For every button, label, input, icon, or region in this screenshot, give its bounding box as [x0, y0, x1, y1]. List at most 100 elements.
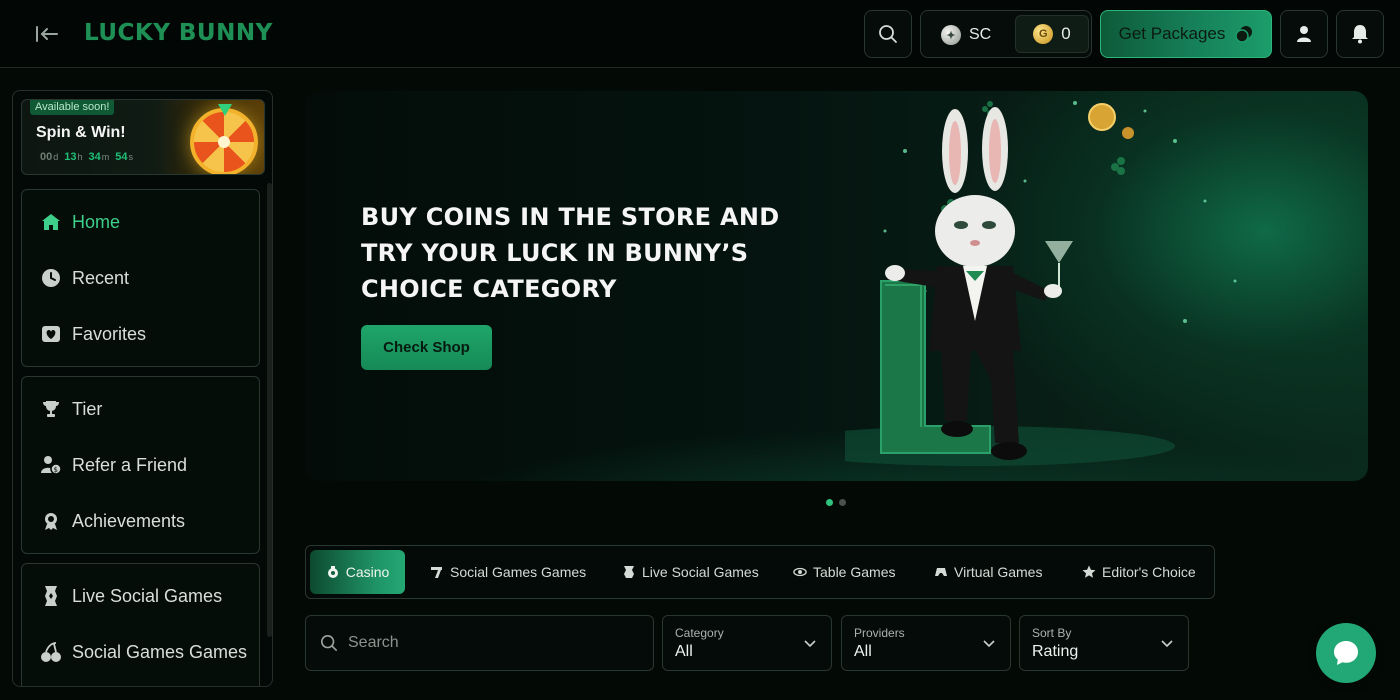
get-packages-button[interactable]: Get Packages: [1100, 10, 1272, 58]
collapse-sidebar-icon[interactable]: [34, 22, 60, 46]
tab-social-games[interactable]: Social Games Games: [420, 550, 596, 594]
chevron-down-icon: [804, 640, 816, 648]
sidebar-item-home[interactable]: Home: [22, 198, 259, 246]
sidebar-item-label: Favorites: [72, 323, 147, 344]
prize-wheel-icon: [190, 108, 258, 174]
profile-button[interactable]: [1280, 10, 1328, 58]
notifications-button[interactable]: [1336, 10, 1384, 58]
providers-dropdown[interactable]: Providers All: [841, 615, 1011, 671]
tab-label: Casino: [345, 564, 390, 580]
hero-banner: BUY COINS IN THE STORE AND TRY YOUR LUCK…: [305, 91, 1368, 481]
timer-days-unit: d: [53, 152, 59, 162]
tab-virtual-games[interactable]: Virtual Games: [924, 550, 1052, 594]
chevron-down-icon: [1161, 640, 1173, 648]
timer-seconds-unit: s: [128, 152, 134, 162]
clock-icon: [40, 267, 62, 289]
sidebar-item-refer-a-friend[interactable]: $ Refer a Friend: [22, 441, 259, 489]
search-icon: [879, 25, 897, 43]
tab-label: Virtual Games: [954, 564, 1043, 580]
sidebar-item-tier[interactable]: Tier: [22, 385, 259, 433]
svg-text:$: $: [54, 466, 58, 474]
search-button[interactable]: [864, 10, 912, 58]
nav-group-main: Home Recent Favorites: [21, 189, 260, 367]
medal-icon: [40, 510, 62, 532]
get-packages-label: Get Packages: [1118, 24, 1226, 43]
sidebar-item-live-social-games[interactable]: Live Social Games: [22, 572, 259, 620]
sc-currency-toggle[interactable]: ✦ SC: [941, 22, 991, 48]
chat-bubble-icon: [1334, 641, 1358, 665]
sidebar-item-favorites[interactable]: Favorites: [22, 310, 259, 358]
timer-hours-unit: h: [77, 152, 83, 162]
refer-icon: $: [40, 454, 62, 476]
tab-label: Editor's Choice: [1102, 564, 1196, 580]
sidebar-item-social-games[interactable]: Social Games Games: [22, 628, 259, 676]
sidebar-scrollbar[interactable]: [267, 183, 272, 637]
game-search-field: [305, 615, 654, 671]
wheel-pointer-icon: [218, 104, 232, 116]
coins-icon: [1235, 26, 1253, 43]
currency-switcher: ✦ SC G 0: [920, 10, 1092, 58]
tab-label: Live Social Games: [642, 564, 759, 580]
sidebar-item-recent[interactable]: Recent: [22, 254, 259, 302]
bell-icon: [1352, 25, 1368, 44]
tab-label: Social Games Games: [450, 564, 587, 580]
sidebar-item-label: Social Games Games: [72, 641, 248, 662]
search-icon: [320, 634, 338, 652]
nav-group-games: Live Social Games Social Games Games: [21, 563, 260, 686]
sidebar-item-label: Live Social Games: [72, 585, 223, 606]
gc-balance[interactable]: G 0: [1015, 15, 1089, 53]
providers-value: All: [854, 643, 872, 660]
top-bar: LUCKY BUNNY ✦ SC G 0 Get Packages: [0, 0, 1400, 68]
tab-casino[interactable]: Casino: [310, 550, 405, 594]
sort-by-value: Rating: [1032, 643, 1079, 660]
sort-by-dropdown[interactable]: Sort By Rating: [1019, 615, 1189, 671]
tab-editors-choice[interactable]: Editor's Choice: [1072, 550, 1206, 594]
sidebar-item-achievements[interactable]: Achievements: [22, 497, 259, 545]
category-dropdown[interactable]: Category All: [662, 615, 832, 671]
carousel-dot-1[interactable]: [826, 499, 833, 506]
gc-balance-value: 0: [1061, 24, 1071, 43]
star-icon: [1082, 565, 1096, 579]
sc-label: SC: [969, 26, 992, 43]
slot-icon: [430, 565, 444, 579]
carousel-dot-2[interactable]: [839, 499, 846, 506]
tab-table-games[interactable]: Table Games: [783, 550, 905, 594]
spin-and-win-card[interactable]: Available soon! Spin & Win! 00d 13h 34m …: [21, 99, 265, 175]
countdown-timer: 00d 13h 34m 54s: [40, 151, 133, 163]
sidebar-item-label: Refer a Friend: [72, 454, 188, 475]
sidebar-item-label: Recent: [72, 267, 130, 288]
trophy-icon: [40, 398, 62, 420]
gold-coin-icon: G: [1033, 24, 1054, 44]
home-icon: [40, 211, 62, 233]
sidebar-item-label: Home: [72, 211, 121, 232]
search-input[interactable]: [348, 634, 638, 652]
category-label: Category: [675, 626, 724, 640]
tab-live-social-games[interactable]: Live Social Games: [612, 550, 769, 594]
game-category-tabs: Casino Social Games Games Live Social Ga…: [305, 545, 1215, 599]
chevron-down-icon: [983, 640, 995, 648]
nav-group-rewards: Tier $ Refer a Friend Achievements: [21, 376, 260, 554]
sidebar-item-label: Tier: [72, 398, 103, 419]
hero-title: BUY COINS IN THE STORE AND TRY YOUR LUCK…: [361, 203, 780, 303]
carousel-dots: [826, 499, 846, 506]
heart-icon: [40, 323, 62, 345]
timer-hours: 13: [64, 151, 77, 163]
sort-by-label: Sort By: [1032, 626, 1072, 640]
live-chat-button[interactable]: [1316, 623, 1376, 683]
check-shop-button[interactable]: Check Shop: [361, 325, 492, 370]
timer-seconds: 54: [115, 151, 128, 163]
cherries-icon: [40, 641, 62, 663]
sweeps-coin-icon: ✦: [941, 25, 961, 45]
table-icon: [793, 565, 807, 579]
logo[interactable]: LUCKY BUNNY: [84, 20, 273, 46]
timer-days: 00: [40, 151, 53, 163]
live-icon: [622, 565, 636, 579]
sidebar-item-label: Achievements: [72, 510, 186, 531]
providers-label: Providers: [854, 626, 905, 640]
bunny-mascot-illustration: [845, 101, 1237, 466]
available-soon-badge: Available soon!: [30, 100, 115, 115]
sidebar: Available soon! Spin & Win! 00d 13h 34m …: [12, 90, 273, 687]
live-games-icon: [40, 585, 62, 607]
timer-minutes-unit: m: [101, 152, 110, 162]
spin-and-win-title: Spin & Win!: [36, 124, 126, 141]
